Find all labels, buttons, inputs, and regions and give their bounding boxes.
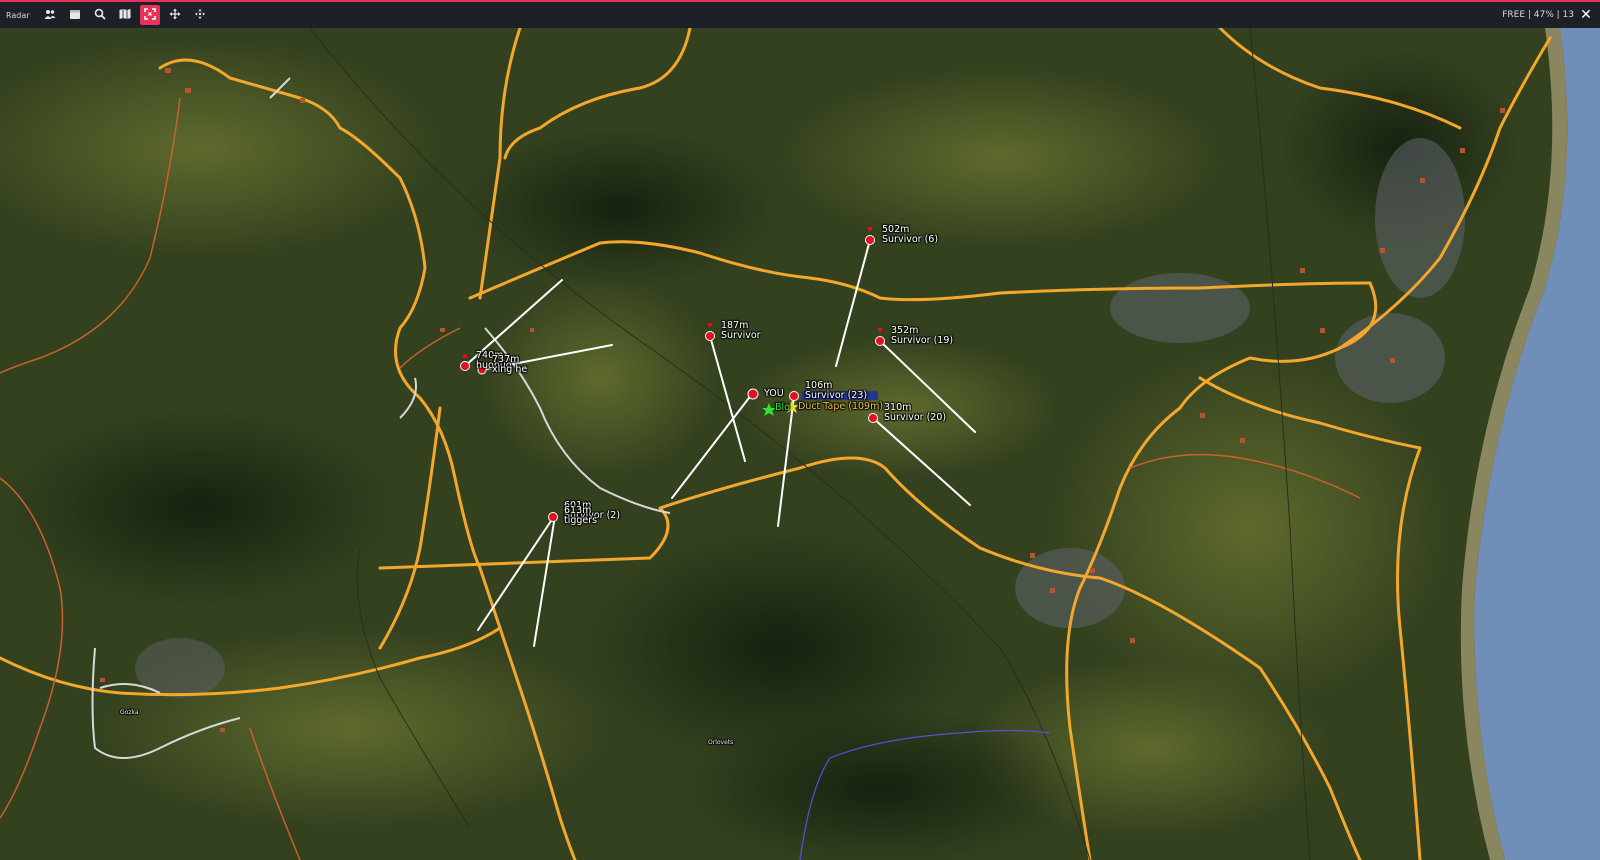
player-label: YOU bbox=[764, 388, 784, 399]
entity-marker[interactable] bbox=[789, 391, 799, 401]
aim-line bbox=[777, 395, 795, 527]
entity-marker[interactable] bbox=[875, 336, 885, 346]
entity-name: Survivor (20) bbox=[884, 412, 947, 423]
elevation-down-icon bbox=[877, 328, 883, 333]
players-button[interactable] bbox=[40, 5, 60, 25]
aim-lines bbox=[460, 227, 976, 647]
entity-marker[interactable] bbox=[705, 331, 715, 341]
fullscreen-icon bbox=[143, 8, 156, 22]
entity-name: xing he bbox=[492, 364, 528, 375]
calendar-icon bbox=[69, 8, 81, 22]
loot-label: Duct Tape (109m) bbox=[798, 401, 884, 412]
star-icon bbox=[762, 403, 776, 416]
entity-name: Survivor (6) bbox=[882, 234, 939, 245]
elevation-down-icon bbox=[867, 227, 873, 232]
status-text: FREE | 47% | 13 bbox=[1502, 10, 1574, 20]
aim-line bbox=[835, 239, 871, 367]
entity-name: Survivor bbox=[721, 330, 761, 341]
radar-map[interactable]: YOU 502m Survivor (6) 187m Survivor 352m… bbox=[0, 28, 1600, 860]
move-icon bbox=[169, 8, 181, 22]
entity-marker[interactable] bbox=[460, 361, 470, 371]
entity-marker[interactable] bbox=[548, 512, 558, 522]
loot-label: Blo bbox=[775, 402, 790, 413]
player-marker[interactable] bbox=[747, 388, 759, 400]
close-icon[interactable]: ✕ bbox=[1578, 7, 1594, 23]
app-title: Radar bbox=[6, 10, 30, 20]
entity-name: Survivor (19) bbox=[891, 335, 954, 346]
calendar-button[interactable] bbox=[65, 5, 85, 25]
center-icon bbox=[194, 8, 206, 22]
elevation-up-icon bbox=[462, 353, 468, 358]
map-icon bbox=[119, 8, 131, 22]
search-button[interactable] bbox=[90, 5, 110, 25]
center-button[interactable] bbox=[190, 5, 210, 25]
search-icon bbox=[94, 8, 106, 22]
toolbar: Radar FREE | 47% | 13 ✕ bbox=[0, 2, 1600, 28]
players-icon bbox=[44, 8, 56, 22]
entity-marker[interactable] bbox=[868, 413, 878, 423]
place-label: Orlovets bbox=[708, 739, 734, 746]
aim-line bbox=[872, 417, 971, 506]
place-label: Gozka bbox=[120, 709, 139, 716]
entity-marker[interactable] bbox=[865, 235, 875, 245]
map-button[interactable] bbox=[115, 5, 135, 25]
move-button[interactable] bbox=[165, 5, 185, 25]
entity-name: Survivor (23) bbox=[805, 390, 868, 401]
fullscreen-button[interactable] bbox=[139, 5, 160, 25]
elevation-down-icon bbox=[707, 323, 713, 328]
aim-line bbox=[477, 517, 554, 631]
entity-name: tiggers bbox=[564, 515, 598, 526]
